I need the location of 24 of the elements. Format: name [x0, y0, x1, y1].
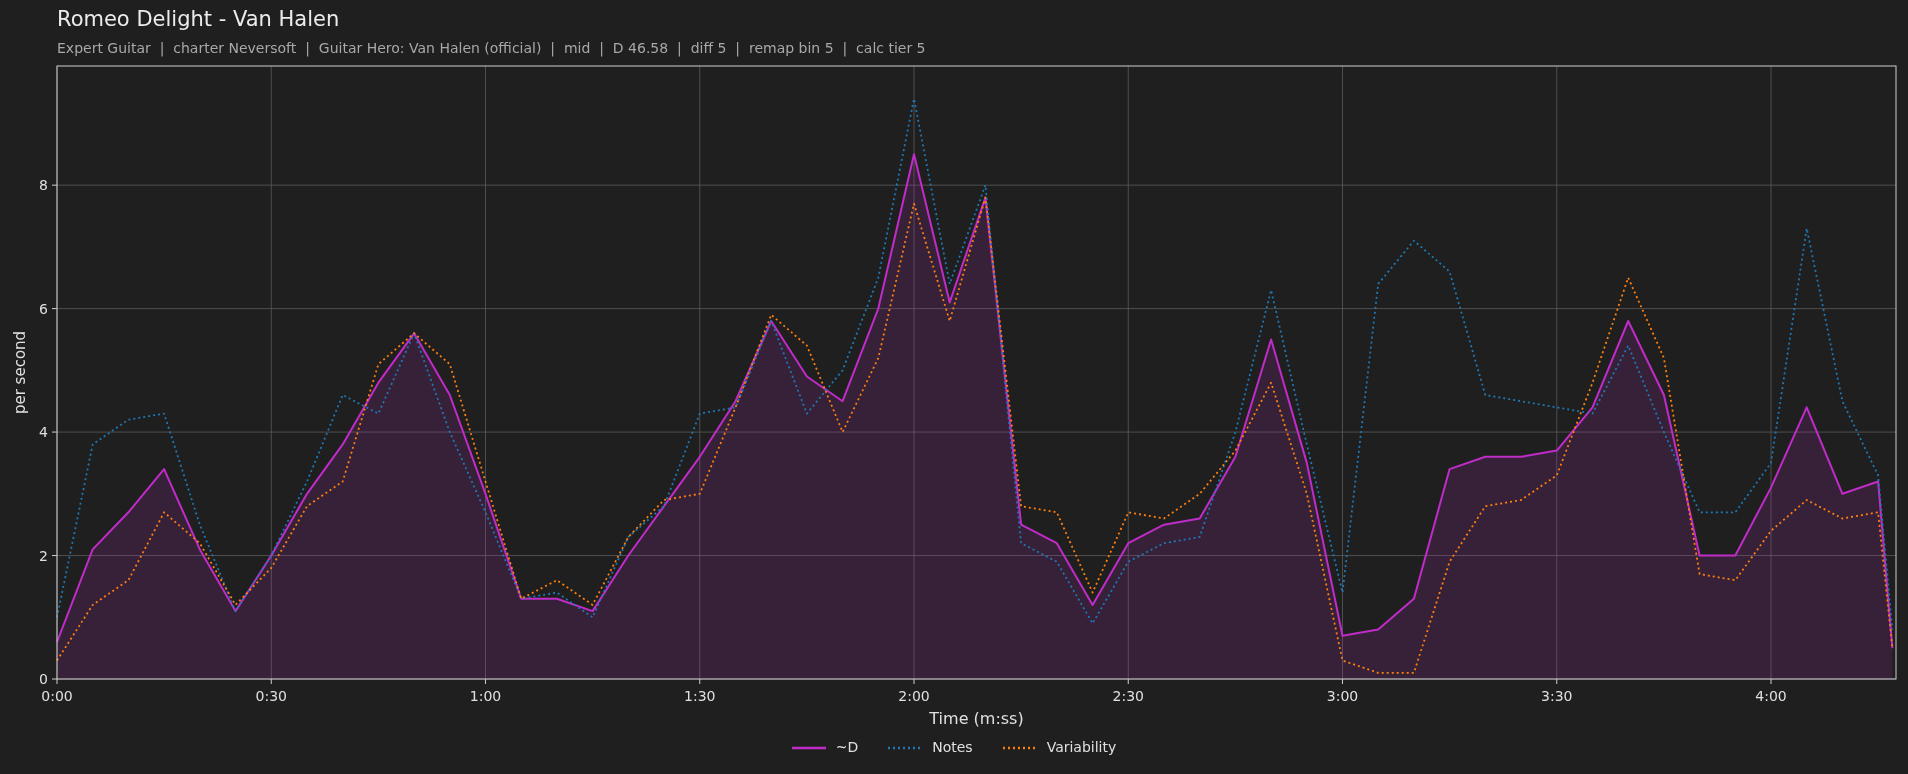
x-tick-label: 0:30: [255, 688, 287, 705]
y-tick-label: 4: [39, 424, 48, 441]
y-tick-label: 8: [39, 177, 48, 194]
x-axis-label: Time (m:ss): [929, 709, 1024, 729]
legend-line-icon: [791, 745, 826, 750]
x-tick-label: 2:00: [898, 688, 930, 705]
y-tick-label: 6: [39, 300, 48, 317]
legend-label: Variability: [1046, 738, 1117, 758]
x-tick-label: 3:30: [1541, 688, 1573, 705]
x-tick-label: 2:30: [1112, 688, 1144, 705]
y-tick-label: 2: [39, 547, 48, 564]
x-tick-label: 1:00: [469, 688, 502, 705]
x-tick-label: 3:00: [1326, 688, 1359, 705]
y-axis-label: per second: [11, 331, 29, 415]
legend-label: ~D: [835, 738, 859, 758]
chart-subtitle: Expert Guitar | charter Neversoft | Guitar Hero: Van Halen (official) | mid | D 46.58 | diff 5 | remap bin 5 | calc tier 5: [57, 39, 926, 59]
legend-label: Notes: [932, 738, 973, 758]
x-tick-label: 0:00: [41, 688, 73, 705]
chart-title: Romeo Delight - Van Halen: [57, 6, 340, 33]
legend-line-icon: [1002, 745, 1037, 750]
legend-line-icon: [888, 745, 923, 750]
x-tick-label: 4:00: [1755, 688, 1787, 705]
y-tick-label: 0: [39, 671, 48, 688]
x-tick-label: 1:30: [684, 688, 716, 705]
